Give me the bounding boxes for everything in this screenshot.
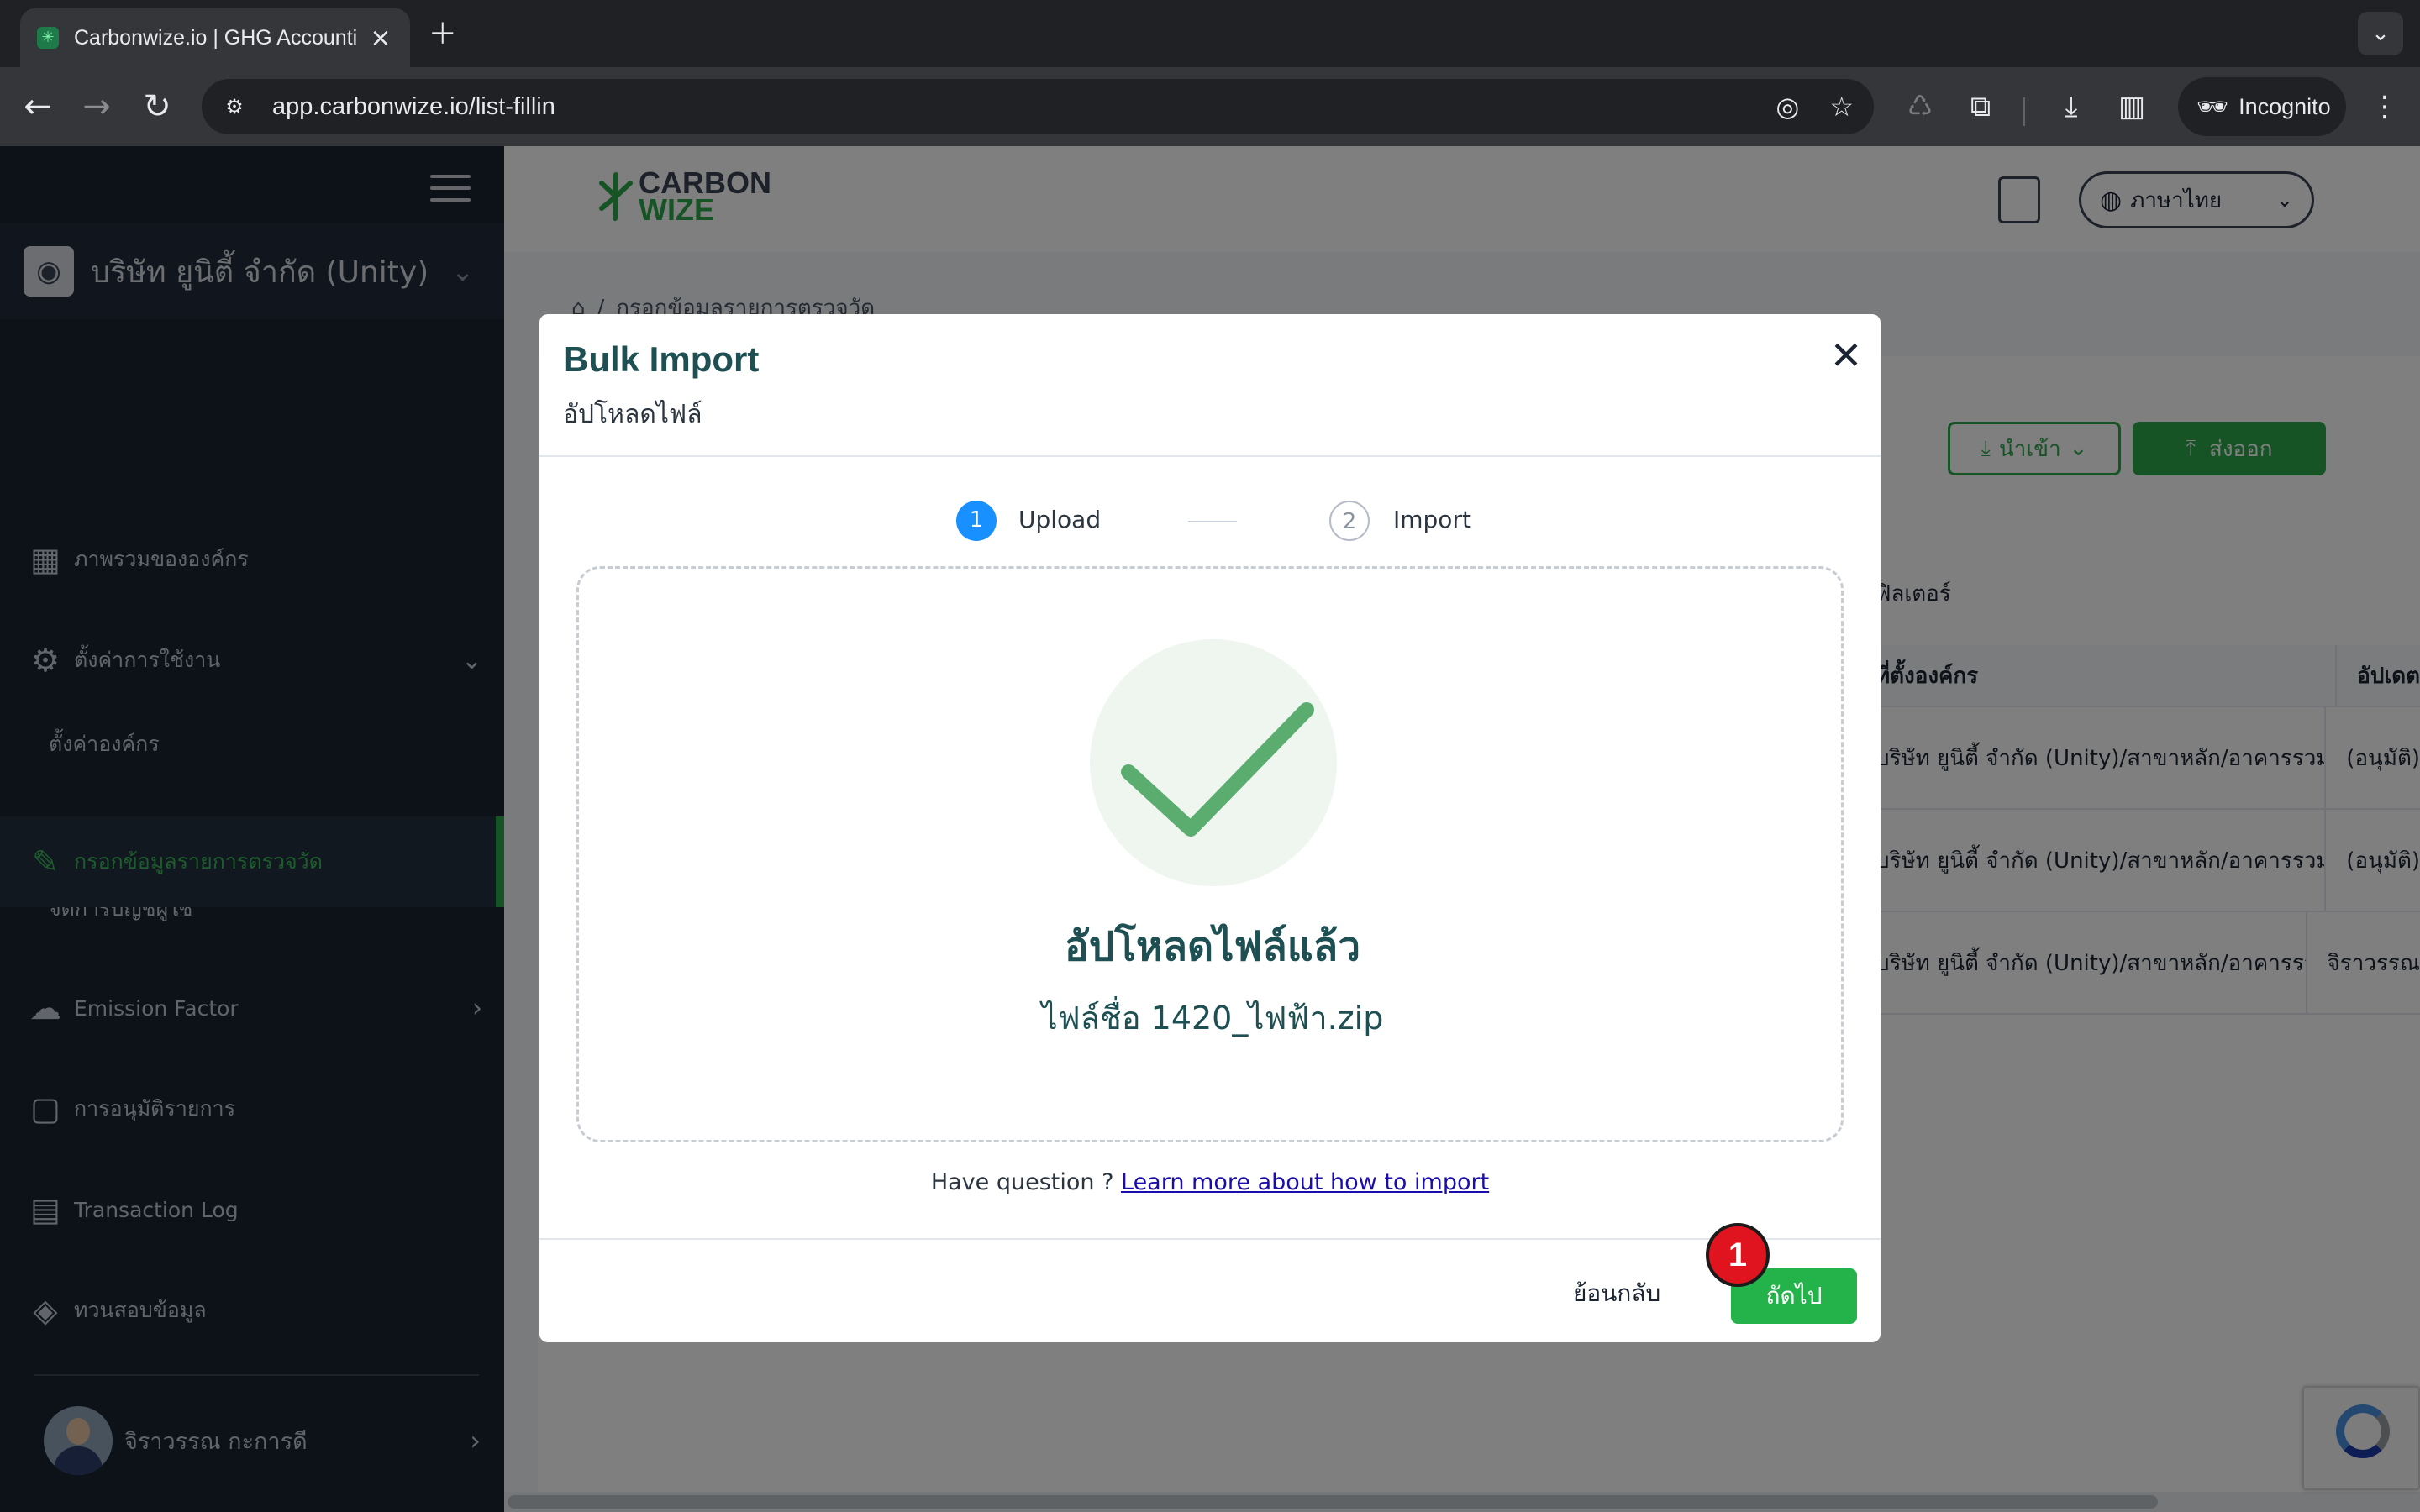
address-bar[interactable]: ⚙ app.carbonwize.io/list-fillin ◎ ☆ [202,79,1874,134]
forward-arrow-icon[interactable]: → [74,84,119,129]
stepper: 1 Upload 2 Import [539,496,1881,546]
checkmark-icon [1121,702,1314,837]
step-2-label: Import [1393,506,1471,533]
help-text: Have question ? Learn more about how to … [539,1169,1881,1195]
side-panel-icon[interactable]: ▥ [2111,86,2153,128]
modal-title: Bulk Import [563,339,760,379]
bookmark-star-icon[interactable]: ☆ [1829,91,1854,123]
upload-success-text: อัปโหลดไฟล์แล้ว [1064,923,1361,970]
tracking-protection-eye-off-icon[interactable]: ◎ [1776,91,1799,123]
incognito-profile-button[interactable]: 🕶 Incognito [2178,77,2346,136]
browser-toolbar: ← → ↻ ⚙ app.carbonwize.io/list-fillin ◎ … [0,67,2420,146]
toolbar-divider [2023,97,2025,126]
recycle-extension-icon[interactable]: ♺ [1899,86,1941,128]
upload-dropzone[interactable]: อัปโหลดไฟล์แล้ว ไฟล์ชื่อ 1420_ไฟฟ้า.zip [576,566,1844,1142]
incognito-icon: 🕶 [2196,92,2229,121]
tab-search-chevron-icon[interactable]: ⌄ [2358,12,2403,55]
url-text[interactable]: app.carbonwize.io/list-fillin [272,93,1745,121]
uploaded-file-name: ไฟล์ชื่อ 1420_ไฟฟ้า.zip [1041,1000,1384,1037]
annotation-marker: 1 [1706,1223,1770,1287]
new-tab-icon[interactable]: + [429,13,457,52]
modal-footer: ย้อนกลับ ถัดไป [539,1238,1881,1342]
download-icon[interactable]: ⤓ [2050,86,2092,128]
browser-menu-icon[interactable]: ⋮ [2368,84,2402,129]
step-1-label: Upload [1018,506,1102,533]
help-prefix: Have question ? [930,1169,1114,1195]
site-info-icon[interactable]: ⚙ [222,94,247,119]
modal-header: Bulk Import อัปโหลดไฟล์ ✕ [539,314,1881,457]
success-badge [1090,639,1337,886]
step-connector [1188,521,1237,522]
close-icon[interactable]: ✕ [1825,334,1867,376]
learn-more-link[interactable]: Learn more about how to import [1121,1169,1489,1195]
modal-subtitle: อัปโหลดไฟล์ [563,400,702,429]
incognito-label: Incognito [2238,93,2331,119]
tab-close-icon[interactable]: × [368,24,393,53]
browser-tab[interactable]: ✳ Carbonwize.io | GHG Accounting × [20,8,410,67]
back-arrow-icon[interactable]: ← [15,84,60,129]
extensions-puzzle-icon[interactable]: ⧉ [1960,86,2002,128]
browser-tabstrip: ✳ Carbonwize.io | GHG Accounting × + ⌄ [0,0,2420,67]
bulk-import-modal: Bulk Import อัปโหลดไฟล์ ✕ 1 Upload 2 Imp… [539,314,1881,1342]
carbonwize-favicon-icon: ✳ [37,27,59,49]
step-2-indicator: 2 [1329,501,1370,541]
back-button[interactable]: ย้อนกลับ [1573,1275,1660,1312]
tab-title: Carbonwize.io | GHG Accounting [74,25,358,50]
reload-icon[interactable]: ↻ [134,84,180,129]
step-1-indicator: 1 [956,501,997,541]
